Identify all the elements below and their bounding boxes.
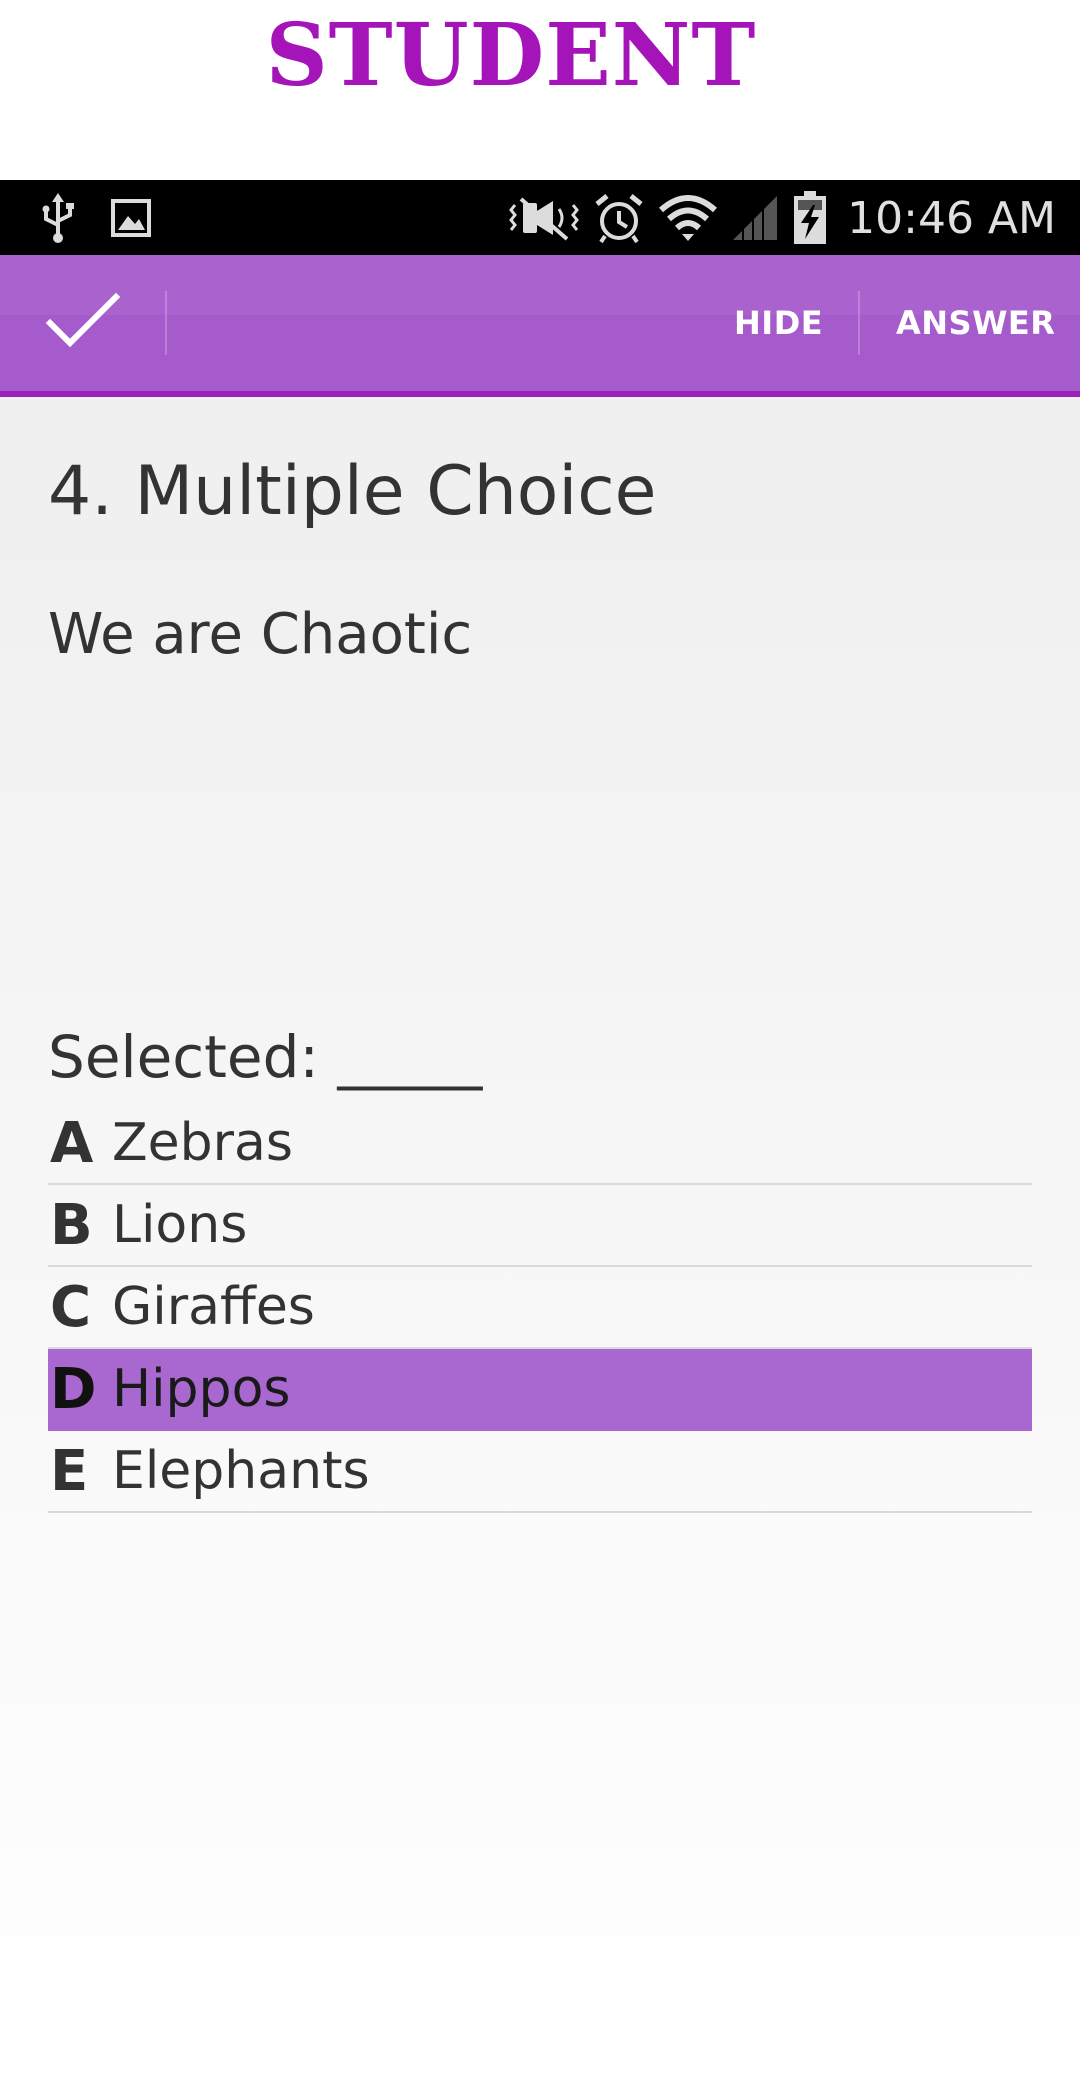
- option-letter: D: [50, 1356, 97, 1422]
- option-text: Giraffes: [112, 1277, 315, 1337]
- usb-icon: [40, 193, 76, 243]
- checkmark-icon: [45, 292, 121, 353]
- answer-button[interactable]: ANSWER: [896, 255, 1055, 391]
- option-d[interactable]: D Hippos: [48, 1349, 1032, 1431]
- battery-charging-icon: [793, 191, 827, 245]
- option-c[interactable]: C Giraffes: [48, 1267, 1032, 1349]
- option-letter: A: [50, 1110, 94, 1176]
- action-bar: HIDE ANSWER: [0, 255, 1080, 397]
- action-bar-divider: [858, 291, 860, 355]
- option-text: Lions: [112, 1195, 248, 1255]
- option-b[interactable]: B Lions: [48, 1185, 1032, 1267]
- option-letter: C: [50, 1274, 92, 1340]
- option-text: Zebras: [112, 1113, 293, 1173]
- status-left-icons: [40, 193, 152, 243]
- hide-button[interactable]: HIDE: [734, 255, 823, 391]
- banner-title: STUDENT: [265, 5, 757, 106]
- question-text: We are Chaotic: [48, 602, 473, 667]
- answer-options: A Zebras B Lions C Giraffes D Hippos E E…: [48, 1103, 1032, 1513]
- question-title: 4. Multiple Choice: [48, 452, 657, 531]
- image-icon: [110, 198, 152, 238]
- status-right-icons: 10:46 AM: [509, 190, 1056, 246]
- alarm-icon: [593, 192, 645, 244]
- done-button[interactable]: [0, 255, 166, 391]
- status-bar: 10:46 AM: [0, 180, 1080, 255]
- action-bar-divider: [165, 291, 167, 355]
- option-text: Hippos: [112, 1359, 291, 1419]
- banner: STUDENT: [0, 0, 1080, 180]
- selected-answer-label: Selected: _____: [48, 1023, 483, 1091]
- option-text: Elephants: [112, 1441, 370, 1501]
- option-letter: E: [50, 1438, 89, 1504]
- status-time: 10:46 AM: [847, 192, 1056, 244]
- option-letter: B: [50, 1192, 93, 1258]
- option-e[interactable]: E Elephants: [48, 1431, 1032, 1513]
- vibrate-icon: [509, 193, 580, 243]
- wifi-icon: [659, 194, 718, 242]
- signal-icon: [731, 194, 779, 242]
- question-content: 4. Multiple Choice We are Chaotic Select…: [0, 397, 1080, 2100]
- option-a[interactable]: A Zebras: [48, 1103, 1032, 1185]
